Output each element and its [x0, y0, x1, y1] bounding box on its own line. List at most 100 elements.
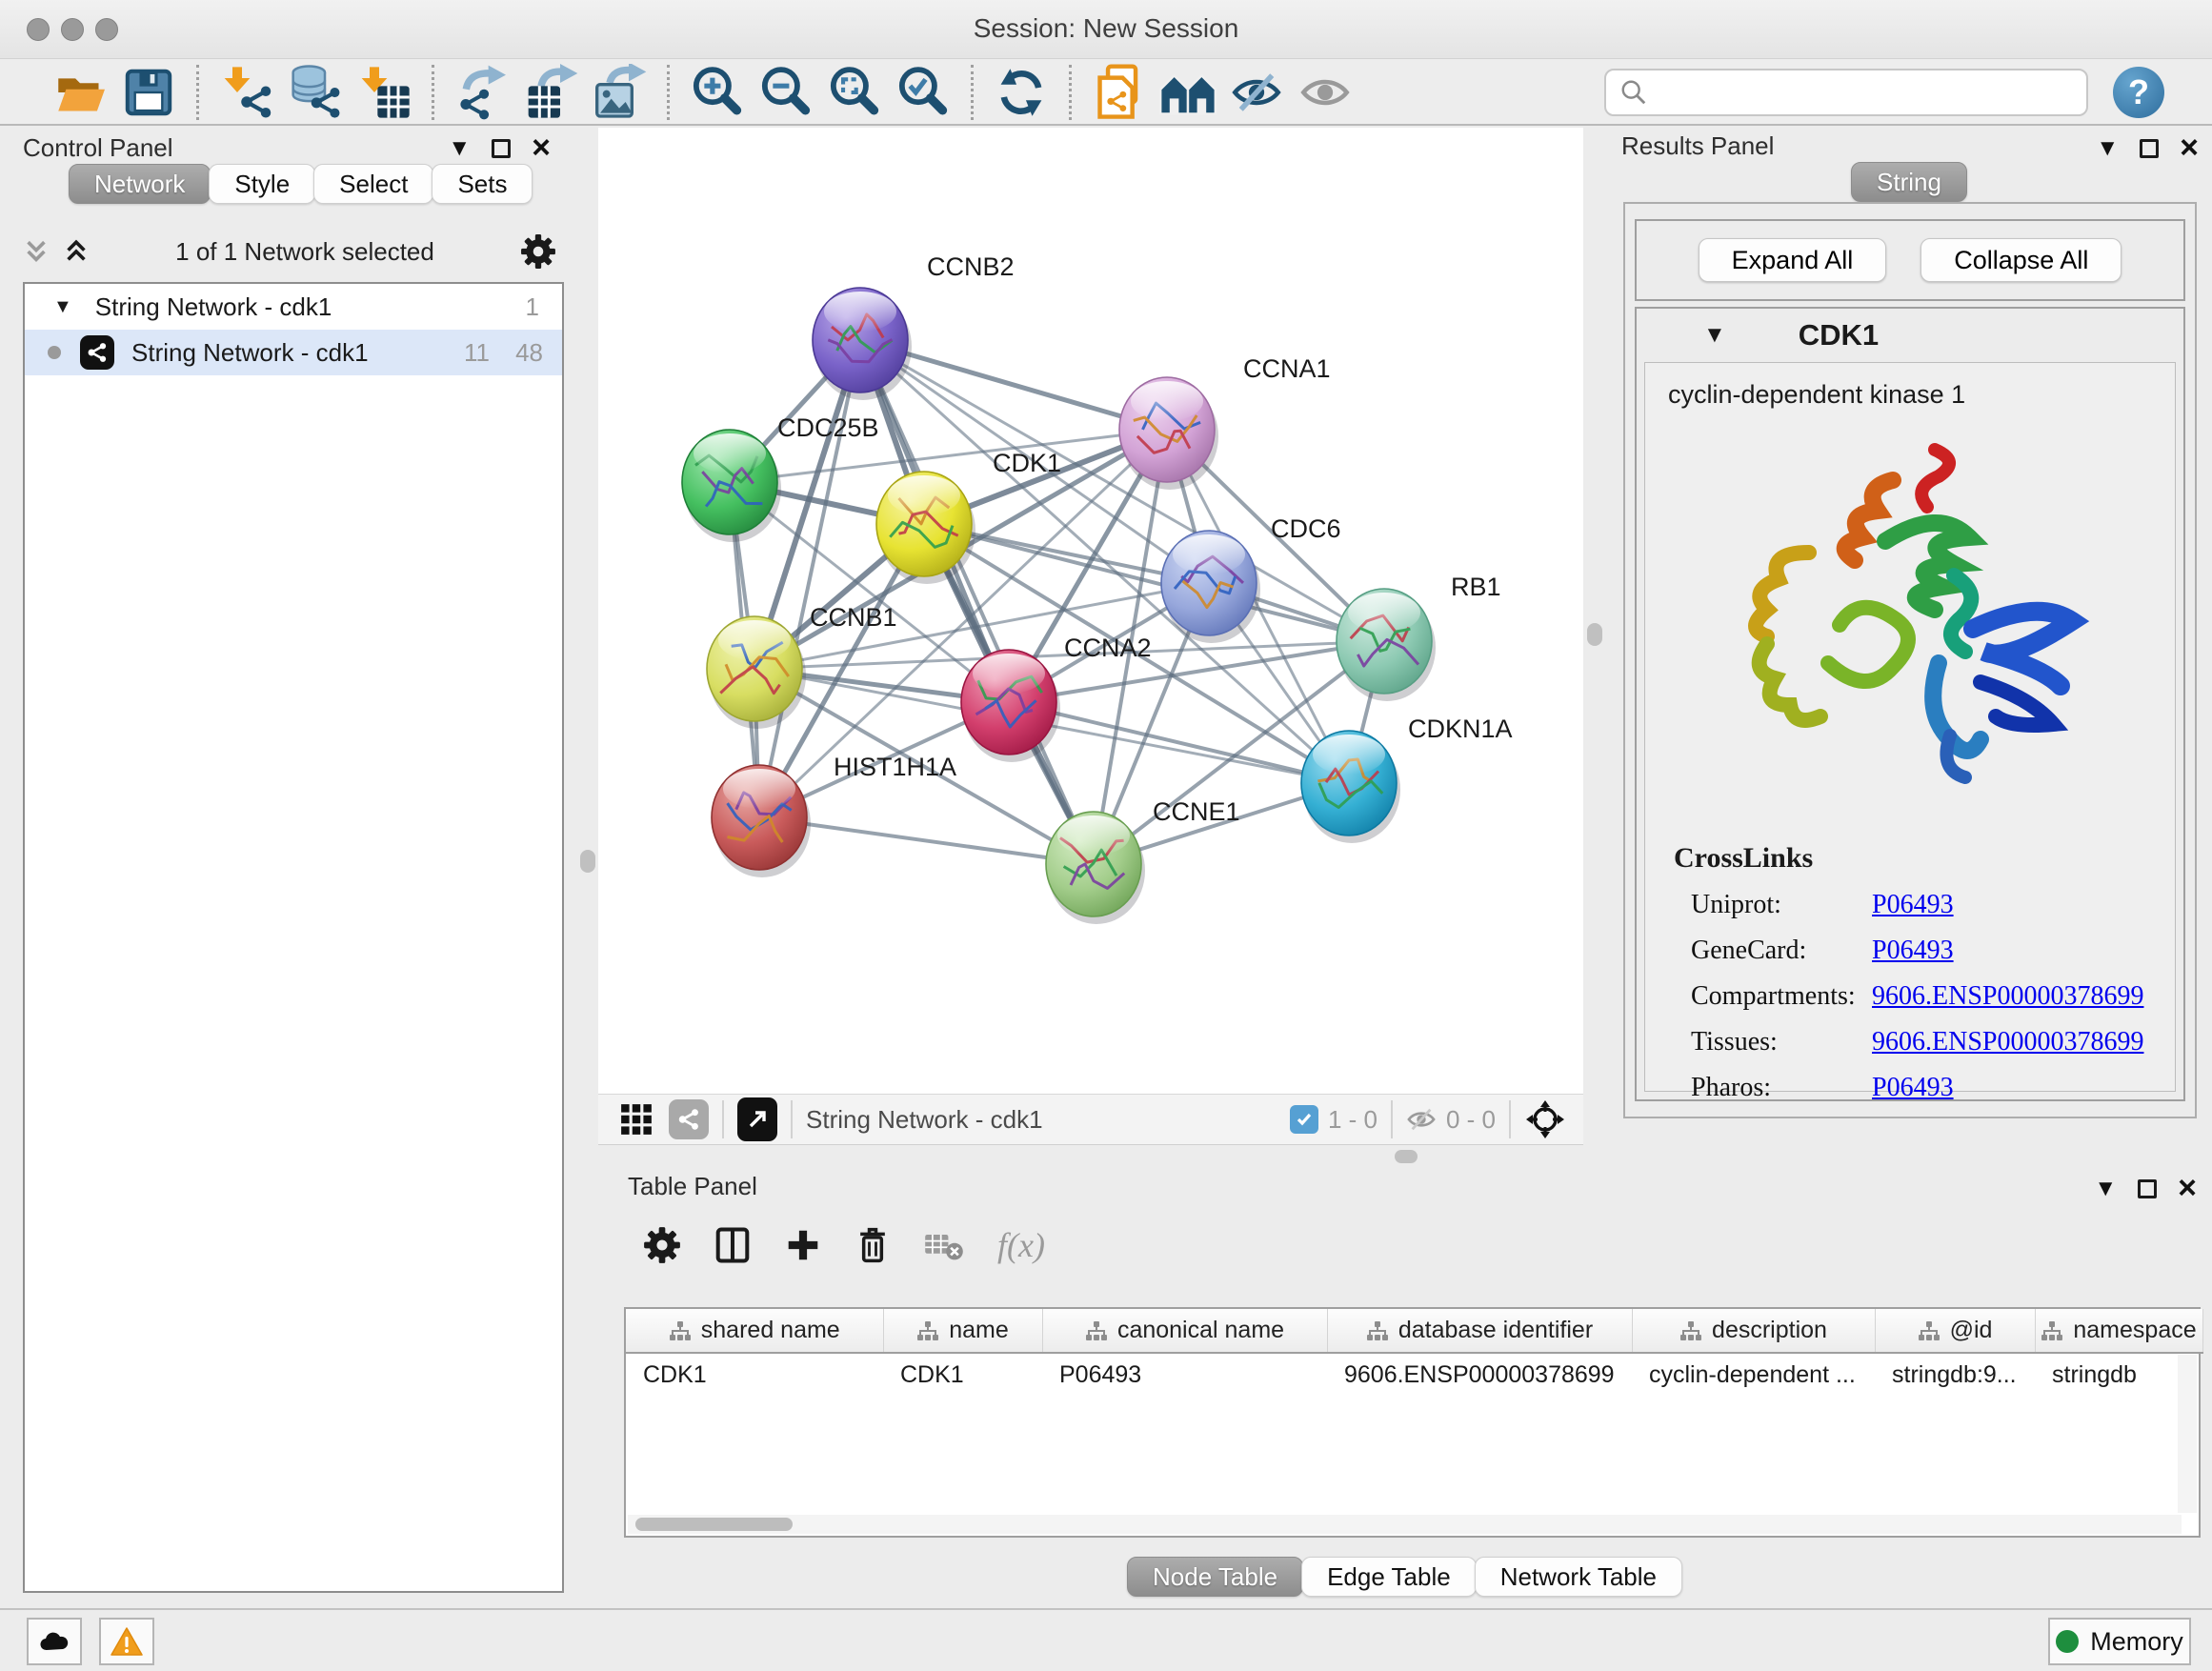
column-header-canonical-name[interactable]: canonical name — [1042, 1309, 1327, 1353]
function-builder-button[interactable]: f(x) — [997, 1225, 1045, 1265]
tab-edge-table[interactable]: Edge Table — [1301, 1557, 1477, 1597]
refresh-layout-button[interactable] — [987, 63, 1056, 122]
help-button[interactable]: ? — [2113, 67, 2164, 118]
toolbar-separator — [196, 65, 199, 120]
crosslink-link[interactable]: 9606.ENSP00000378699 — [1872, 981, 2143, 1012]
navbar-separator — [1509, 1100, 1511, 1138]
network-node-hist1h1a[interactable]: HIST1H1A — [712, 753, 956, 877]
tab-select[interactable]: Select — [313, 164, 433, 204]
table-row[interactable]: CDK1CDK1P064939606.ENSP00000378699cyclin… — [626, 1353, 2202, 1397]
table-panel-close-icon[interactable]: × — [2178, 1176, 2197, 1201]
export-network-button[interactable] — [448, 63, 516, 122]
section-expander-icon[interactable]: ▼ — [1703, 322, 1726, 349]
crosslink-link[interactable]: P06493 — [1872, 890, 1954, 920]
crosslink-link[interactable]: 9606.ENSP00000378699 — [1872, 1027, 2143, 1057]
memory-button[interactable]: Memory — [2048, 1618, 2191, 1665]
column-header-shared-name[interactable]: shared name — [626, 1309, 883, 1353]
network-canvas[interactable]: CCNB2CCNA1CDC25BCDK1CDC6RB1CCNB1CCNA2CDK… — [598, 128, 1583, 1094]
column-type-icon — [1918, 1319, 1941, 1342]
control-panel-close-icon[interactable]: × — [532, 135, 551, 161]
zoom-selected-button[interactable] — [889, 63, 957, 122]
detach-view-button[interactable] — [737, 1097, 777, 1141]
network-edge[interactable] — [860, 340, 1094, 864]
table-options-button[interactable] — [643, 1226, 681, 1264]
show-columns-button[interactable] — [714, 1226, 752, 1264]
crosslink-link[interactable]: P06493 — [1872, 936, 1954, 966]
collection-expander-icon[interactable]: ▼ — [53, 296, 72, 318]
table-cell[interactable]: stringdb:9... — [1875, 1353, 2035, 1397]
plus-icon — [784, 1226, 822, 1264]
import-network-database-button[interactable] — [281, 63, 350, 122]
export-table-button[interactable] — [516, 63, 585, 122]
table-panel-float-icon[interactable] — [2138, 1179, 2157, 1198]
show-graphics-details-button[interactable] — [1154, 63, 1222, 122]
network-node-ccne1[interactable]: CCNE1 — [1046, 797, 1240, 924]
selected-checkbox-icon[interactable] — [1290, 1105, 1318, 1134]
network-node-ccna1[interactable]: CCNA1 — [1119, 354, 1331, 490]
table-vertical-scrollbar[interactable] — [2178, 1355, 2197, 1513]
table-panel-menu-icon[interactable]: ▼ — [2094, 1178, 2117, 1200]
table-cell[interactable]: CDK1 — [626, 1353, 883, 1397]
search-input[interactable] — [1648, 79, 2086, 107]
column-header-description[interactable]: description — [1632, 1309, 1875, 1353]
column-header-database-identifier[interactable]: database identifier — [1327, 1309, 1632, 1353]
export-image-button[interactable] — [585, 63, 654, 122]
zoom-out-button[interactable] — [752, 63, 820, 122]
tab-string[interactable]: String — [1851, 162, 1967, 202]
table-horizontal-scrollbar[interactable] — [628, 1515, 2182, 1534]
table-cell[interactable]: cyclin-dependent ... — [1632, 1353, 1875, 1397]
create-column-button[interactable] — [784, 1226, 822, 1264]
cloud-status-button[interactable] — [27, 1618, 82, 1665]
scrollbar-thumb[interactable] — [635, 1518, 793, 1531]
tab-node-table[interactable]: Node Table — [1127, 1557, 1303, 1597]
results-panel-float-icon[interactable] — [2140, 139, 2159, 158]
clear-table-button[interactable] — [923, 1228, 965, 1262]
results-panel-menu-icon[interactable]: ▼ — [2096, 137, 2119, 160]
vertical-splitter-grip[interactable] — [1587, 623, 1602, 646]
expand-all-tree-icon[interactable] — [63, 239, 90, 264]
delete-column-button[interactable] — [855, 1225, 891, 1265]
control-panel-float-icon[interactable] — [492, 139, 511, 158]
zoom-fit-button[interactable] — [820, 63, 889, 122]
warnings-button[interactable] — [99, 1618, 154, 1665]
show-all-button[interactable] — [1291, 63, 1359, 122]
network-node-rb1[interactable]: RB1 — [1337, 573, 1501, 701]
save-session-button[interactable] — [114, 63, 183, 122]
hide-selected-button[interactable] — [1222, 63, 1291, 122]
collection-label: String Network - cdk1 — [95, 292, 332, 322]
node-table: shared namenamecanonical namedatabase id… — [626, 1309, 2203, 1397]
vertical-splitter-grip[interactable] — [580, 850, 595, 873]
network-node-cdkn1a[interactable]: CDKN1A — [1301, 715, 1513, 843]
results-panel-close-icon[interactable]: × — [2180, 135, 2199, 161]
crosslink-label: Tissues: — [1691, 1027, 1872, 1057]
collapse-all-button[interactable]: Collapse All — [1920, 238, 2122, 282]
collapse-all-tree-icon[interactable] — [23, 239, 50, 264]
crosslink-link[interactable]: P06493 — [1872, 1073, 1954, 1103]
import-table-file-button[interactable] — [350, 63, 418, 122]
table-cell[interactable]: 9606.ENSP00000378699 — [1327, 1353, 1632, 1397]
network-edge[interactable] — [759, 340, 860, 817]
grid-view-button[interactable] — [619, 1102, 654, 1137]
control-panel-menu-icon[interactable]: ▼ — [448, 137, 471, 160]
tab-style[interactable]: Style — [209, 164, 315, 204]
open-session-button[interactable] — [46, 63, 114, 122]
navigate-fit-button[interactable] — [1524, 1098, 1566, 1140]
column-header-id[interactable]: @id — [1875, 1309, 2035, 1353]
clone-network-button[interactable] — [1085, 63, 1154, 122]
import-network-file-button[interactable] — [212, 63, 281, 122]
table-cell[interactable]: P06493 — [1042, 1353, 1327, 1397]
network-overview-button[interactable] — [669, 1099, 709, 1139]
column-header-name[interactable]: name — [883, 1309, 1042, 1353]
expand-all-button[interactable]: Expand All — [1699, 238, 1887, 282]
tab-sets[interactable]: Sets — [432, 164, 533, 204]
tab-network[interactable]: Network — [69, 164, 211, 204]
column-header-namespace[interactable]: namespace — [2035, 1309, 2202, 1353]
tab-network-table[interactable]: Network Table — [1475, 1557, 1682, 1597]
network-row[interactable]: String Network - cdk1 11 48 — [25, 330, 562, 375]
table-cell[interactable]: CDK1 — [883, 1353, 1042, 1397]
horizontal-splitter-grip[interactable] — [1395, 1150, 1418, 1163]
open-folder-icon — [52, 68, 108, 117]
network-options-gear-icon[interactable] — [520, 233, 556, 270]
network-collection-row[interactable]: ▼ String Network - cdk1 1 — [25, 284, 562, 330]
zoom-in-button[interactable] — [683, 63, 752, 122]
